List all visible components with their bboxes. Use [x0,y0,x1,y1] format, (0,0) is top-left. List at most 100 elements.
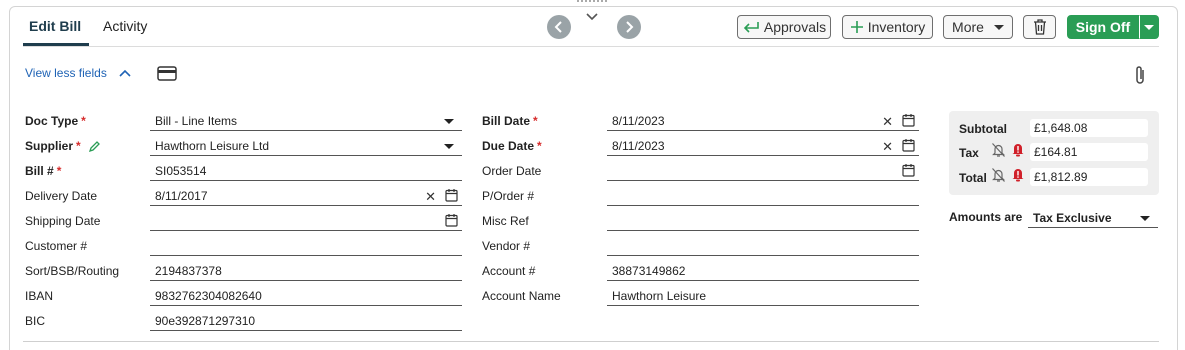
tab-edit-bill[interactable]: Edit Bill [29,18,81,34]
bic-value: 90e392871297310 [155,314,256,328]
total-value: £1,812.89 [1030,168,1148,186]
chevron-right-icon [626,21,634,33]
sort-bsb-routing-input[interactable]: 2194837378 [150,261,462,281]
caret-down-icon [1140,216,1150,221]
bell-muted-icon[interactable] [991,142,1006,158]
supplier-value: Hawthorn Leisure Ltd [155,139,270,153]
due-date-label: Due Date * [482,139,542,153]
clear-icon[interactable]: ✕ [882,114,893,130]
section-divider [23,341,1159,342]
vendor-number-label: Vendor # [482,239,531,253]
plus-icon [850,20,864,34]
total-label: Total [959,171,987,185]
customer-number-label: Customer # [25,239,88,253]
drag-grip[interactable] [577,0,607,3]
calendar-icon[interactable] [902,138,915,152]
account-number-label: Account # [482,264,536,278]
clear-icon[interactable]: ✕ [425,189,436,205]
misc-ref-label: Misc Ref [482,214,529,228]
subtotal-value: £1,648.08 [1030,119,1148,137]
calendar-icon[interactable] [445,188,458,202]
bill-date-label: Bill Date * [482,114,538,128]
pencil-icon[interactable] [88,140,101,153]
shipping-date-label: Shipping Date [25,214,101,228]
account-name-label: Account Name [482,289,561,303]
sign-off-menu-button[interactable] [1139,15,1159,39]
bill-number-input[interactable]: SI053514 [150,161,462,181]
calendar-icon[interactable] [902,113,915,127]
supplier-select[interactable]: Hawthorn Leisure Ltd [150,136,462,156]
doc-type-label: Doc Type * [25,114,86,128]
inventory-button[interactable]: Inventory [842,15,933,39]
header-divider [23,46,1159,47]
bell-alert-icon[interactable] [1011,141,1025,157]
bic-input[interactable]: 90e392871297310 [150,311,462,331]
previous-bill-button[interactable] [547,15,571,39]
delivery-date-label: Delivery Date [25,189,98,203]
amounts-are-value: Tax Exclusive [1033,211,1112,225]
bill-number-value: SI053514 [155,164,207,178]
credit-card-icon[interactable] [157,66,177,81]
clear-icon[interactable]: ✕ [882,139,893,155]
iban-label: IBAN [25,289,54,303]
delivery-date-value: 8/11/2017 [155,189,208,203]
calendar-icon[interactable] [445,213,458,227]
chevron-up-icon [119,69,131,77]
more-label: More [952,19,984,35]
doc-type-value: Bill - Line Items [155,114,238,128]
tab-activity[interactable]: Activity [103,18,147,34]
attachment-icon[interactable] [1133,64,1147,86]
supplier-label: Supplier * [25,139,101,153]
due-date-value: 8/11/2023 [612,139,665,153]
sort-bsb-routing-label: Sort/BSB/Routing [25,264,120,278]
sign-off-button[interactable]: Sign Off [1067,15,1139,39]
iban-input[interactable]: 9832762304082640 [150,286,462,306]
customer-number-input[interactable] [150,236,462,256]
tax-value: £164.81 [1030,143,1148,161]
bill-number-label: Bill # * [25,164,62,178]
view-less-fields-link[interactable]: View less fields [25,66,131,80]
more-button[interactable]: More [943,15,1013,39]
next-bill-button[interactable] [617,15,641,39]
subtotal-label: Subtotal [959,122,1007,136]
order-date-label: Order Date [482,164,542,178]
tax-label: Tax [959,146,979,160]
amounts-are-label: Amounts are [949,210,1023,224]
trash-icon [1033,19,1046,35]
sort-bsb-routing-value: 2194837378 [155,264,222,278]
due-date-input[interactable]: 8/11/2023 ✕ [607,136,919,156]
return-arrow-icon [742,21,760,33]
bill-date-input[interactable]: 8/11/2023 ✕ [607,111,919,131]
caret-down-icon [444,119,454,124]
chevron-down-icon[interactable] [585,10,599,24]
view-less-label: View less fields [25,66,107,80]
account-name-value: Hawthorn Leisure [612,289,707,303]
purchase-order-input[interactable] [607,186,919,206]
delete-button[interactable] [1023,15,1056,39]
misc-ref-input[interactable] [607,211,919,231]
bic-label: BIC [25,314,46,328]
approvals-button[interactable]: Approvals [737,15,831,39]
caret-down-icon [1144,24,1154,30]
account-name-input[interactable]: Hawthorn Leisure [607,286,919,306]
iban-value: 9832762304082640 [155,289,262,303]
amounts-are-select[interactable]: Tax Exclusive [1028,208,1158,228]
shipping-date-input[interactable] [150,211,462,231]
caret-down-icon [993,24,1004,30]
chevron-left-icon [554,21,562,33]
order-date-input[interactable] [607,161,919,181]
bell-muted-icon[interactable] [991,167,1006,183]
bell-alert-icon[interactable] [1011,166,1025,182]
delivery-date-input[interactable]: 8/11/2017 ✕ [150,186,462,206]
totals-panel: Subtotal £1,648.08 Tax £164.81 Total £1,… [949,111,1159,195]
vendor-number-input[interactable] [607,236,919,256]
caret-down-icon [444,144,454,149]
purchase-order-label: P/Order # [482,189,535,203]
inventory-label: Inventory [867,19,926,35]
doc-type-select[interactable]: Bill - Line Items [150,111,462,131]
account-number-input[interactable]: 38873149862 [607,261,919,281]
bill-date-value: 8/11/2023 [612,114,665,128]
calendar-icon[interactable] [902,163,915,177]
approvals-label: Approvals [763,19,827,35]
account-number-value: 38873149862 [612,264,686,278]
